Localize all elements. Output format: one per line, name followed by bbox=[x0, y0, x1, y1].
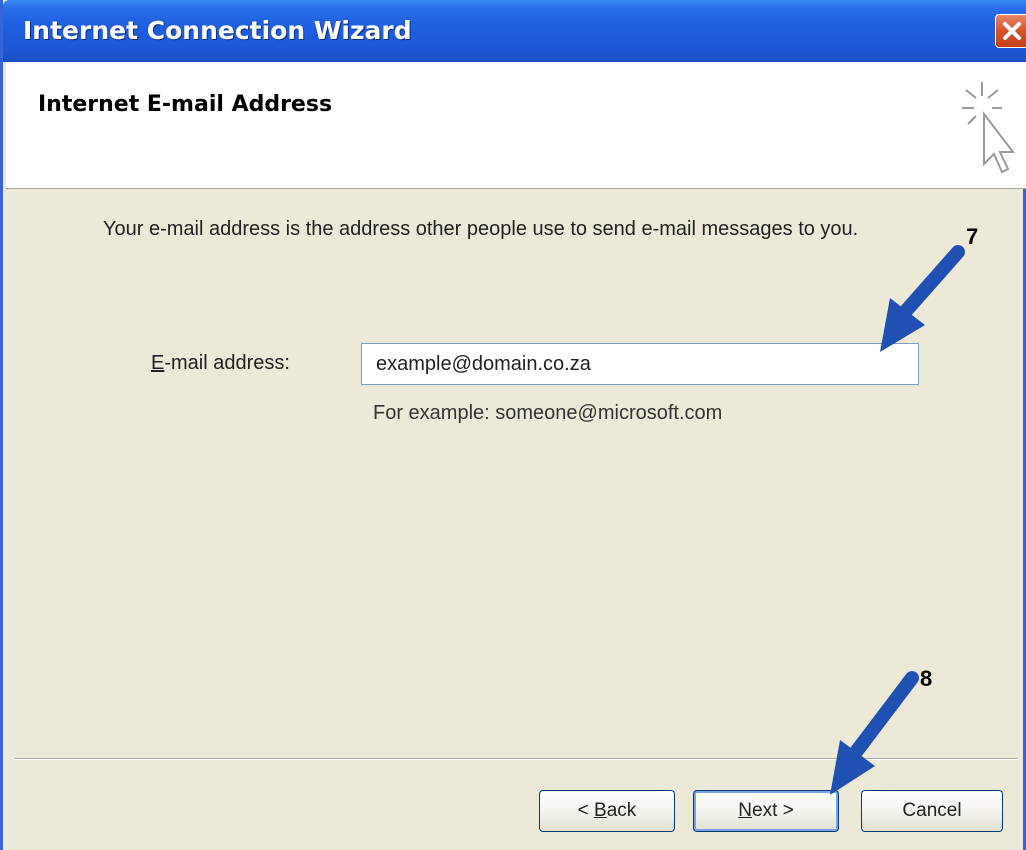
wizard-window: Internet Connection Wizard Internet E-ma… bbox=[0, 0, 1026, 850]
wizard-cursor-icon bbox=[962, 82, 1016, 174]
next-mnemonic: N bbox=[738, 800, 752, 821]
cancel-button[interactable]: Cancel bbox=[861, 790, 1003, 832]
next-button[interactable]: Next > bbox=[693, 790, 839, 832]
email-label-text: -mail address: bbox=[164, 352, 290, 374]
close-icon bbox=[1003, 22, 1021, 40]
email-address-input[interactable] bbox=[361, 343, 919, 385]
step-8-label: 8 bbox=[920, 666, 933, 691]
page-title: Internet E-mail Address bbox=[38, 92, 333, 117]
title-bar[interactable]: Internet Connection Wizard bbox=[3, 0, 1026, 62]
back-prefix: < bbox=[577, 800, 595, 821]
example-hint: For example: someone@microsoft.com bbox=[373, 402, 723, 424]
back-label: ack bbox=[606, 800, 637, 821]
next-label: ext > bbox=[752, 800, 794, 821]
back-button[interactable]: < Back bbox=[539, 790, 675, 832]
cancel-label: Cancel bbox=[902, 800, 962, 821]
intro-text: Your e-mail address is the address other… bbox=[103, 218, 859, 240]
back-mnemonic: B bbox=[594, 800, 607, 821]
step-7-label: 7 bbox=[966, 224, 979, 249]
close-button[interactable] bbox=[995, 14, 1026, 48]
footer-divider bbox=[15, 758, 1017, 760]
email-label-mnemonic: E bbox=[151, 352, 165, 374]
window-title: Internet Connection Wizard bbox=[23, 16, 412, 45]
wizard-header: Internet E-mail Address bbox=[6, 62, 1026, 189]
email-label: E-mail address: bbox=[151, 352, 290, 375]
